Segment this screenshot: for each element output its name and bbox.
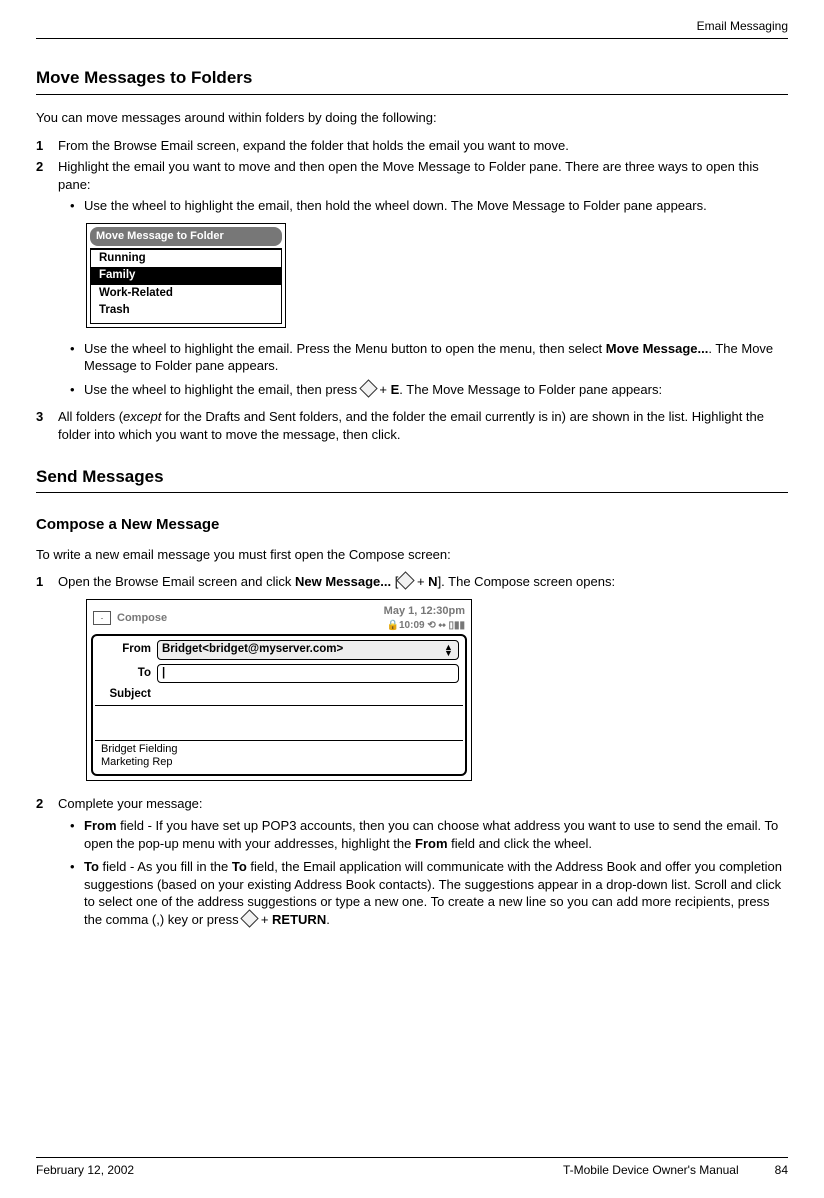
diamond-icon [359,379,377,397]
message-body[interactable] [95,706,463,740]
except-italic: except [123,409,161,424]
new-message-label: New Message... [295,574,391,589]
signature: Bridget Fielding Marketing Rep [95,741,463,772]
stepper-icon[interactable]: ▲▼ [444,644,454,656]
bullet-dot: • [70,340,84,375]
step-body: All folders (except for the Drafts and S… [58,408,788,443]
step-1: 1 From the Browse Email screen, expand t… [36,137,788,155]
t: + [413,574,428,589]
key-return: RETURN [272,912,326,927]
t: Use the wheel to highlight the email, th… [84,382,361,397]
t: field - As you fill in the [99,859,232,874]
t: ]. The Compose screen opens: [438,574,616,589]
compose-step-2: 2 Complete your message: • From field - … [36,795,788,934]
key-e: E [391,382,400,397]
move-item-running[interactable]: Running [91,250,281,268]
t: Open the Browse Email screen and click [58,574,295,589]
running-header: Email Messaging [36,18,788,36]
from-field[interactable]: Bridget<bridget@myserver.com> ▲▼ [157,640,459,660]
mail-icon [93,611,111,625]
from-value: Bridget<bridget@myserver.com> [162,642,343,658]
step-body: Complete your message: • From field - If… [58,795,788,934]
figure-move-message: Move Message to Folder Running Family Wo… [86,223,286,328]
step2-text: Highlight the email you want to move and… [58,159,759,192]
step-body: From the Browse Email screen, expand the… [58,137,788,155]
from-word2: From [415,836,448,851]
compose-form: From Bridget<bridget@myserver.com> ▲▼ To… [91,634,467,776]
t: + [376,382,391,397]
move-pane-title: Move Message to Folder [90,227,282,246]
step-num: 1 [36,137,58,155]
compose-label: Compose [117,611,167,626]
bullet-dot: • [70,381,84,399]
sig-line2: Marketing Rep [101,756,457,769]
bullet-press-e: • Use the wheel to highlight the email, … [70,381,788,399]
header-rule [36,38,788,39]
step-num: 2 [36,795,58,934]
step-2: 2 Highlight the email you want to move a… [36,158,788,404]
section-rule [36,94,788,95]
clock: 10:09 [399,620,425,631]
t: . The Move Message to Folder pane appear… [399,382,662,397]
step-3: 3 All folders (except for the Drafts and… [36,408,788,443]
figure-compose-screen: Compose May 1, 12:30pm 🔒10:09 ⟲ ⬩⬩ ▯▮▮ F… [86,599,472,782]
bullet-menu-button: • Use the wheel to highlight the email. … [70,340,788,375]
footer-manual: T-Mobile Device Owner's Manual [563,1162,739,1178]
menu-move-label: Move Message... [606,341,709,356]
to-field[interactable]: | [157,664,459,684]
step-num: 3 [36,408,58,443]
bullet-dot: • [70,817,84,852]
move-item-work[interactable]: Work-Related [91,285,281,303]
step-body: Highlight the email you want to move and… [58,158,788,404]
move-list: Running Family Work-Related Trash [90,248,282,324]
bullet-text: Use the wheel to highlight the email, th… [84,197,788,215]
section-rule [36,492,788,493]
step-num: 1 [36,573,58,791]
sig-line1: Bridget Fielding [101,743,457,756]
compose-step-1: 1 Open the Browse Email screen and click… [36,573,788,791]
subsection-compose-title: Compose a New Message [36,515,788,535]
bullet-text: Use the wheel to highlight the email, th… [84,381,788,399]
step-body: Open the Browse Email screen and click N… [58,573,788,791]
t: . [326,912,330,927]
bullet-hold-wheel: • Use the wheel to highlight the email, … [70,197,788,215]
t: + [257,912,272,927]
footer-date: February 12, 2002 [36,1162,134,1178]
from-word: From [84,818,117,833]
section-move-title: Move Messages to Folders [36,67,788,90]
t: field and click the wheel. [448,836,593,851]
t: Complete your message: [58,796,203,811]
from-label: From [99,642,157,658]
bullet-text: Use the wheel to highlight the email. Pr… [84,340,788,375]
step-num: 2 [36,158,58,404]
datetime: May 1, 12:30pm [384,604,465,619]
to-word: To [84,859,99,874]
move-intro: You can move messages around within fold… [36,109,788,127]
bullet-dot: • [70,858,84,928]
footer-page: 84 [775,1162,788,1178]
bullet-dot: • [70,197,84,215]
move-item-family[interactable]: Family [91,267,281,285]
to-word2: To [232,859,247,874]
move-item-trash[interactable]: Trash [91,302,281,323]
page-footer: February 12, 2002 T-Mobile Device Owner'… [36,1157,788,1178]
compose-intro: To write a new email message you must fi… [36,546,788,564]
t: All folders ( [58,409,123,424]
subject-field[interactable] [157,687,459,703]
key-n: N [428,574,437,589]
bullet-to-field: • To field - As you fill in the To field… [70,858,788,928]
section-send-title: Send Messages [36,466,788,489]
subject-label: Subject [99,687,157,703]
to-label: To [99,666,157,682]
bullet-text: To field - As you fill in the To field, … [84,858,788,928]
bullet-text: From field - If you have set up POP3 acc… [84,817,788,852]
t: for the Drafts and Sent folders, and the… [58,409,764,442]
bullet-from-field: • From field - If you have set up POP3 a… [70,817,788,852]
t: Use the wheel to highlight the email. Pr… [84,341,606,356]
